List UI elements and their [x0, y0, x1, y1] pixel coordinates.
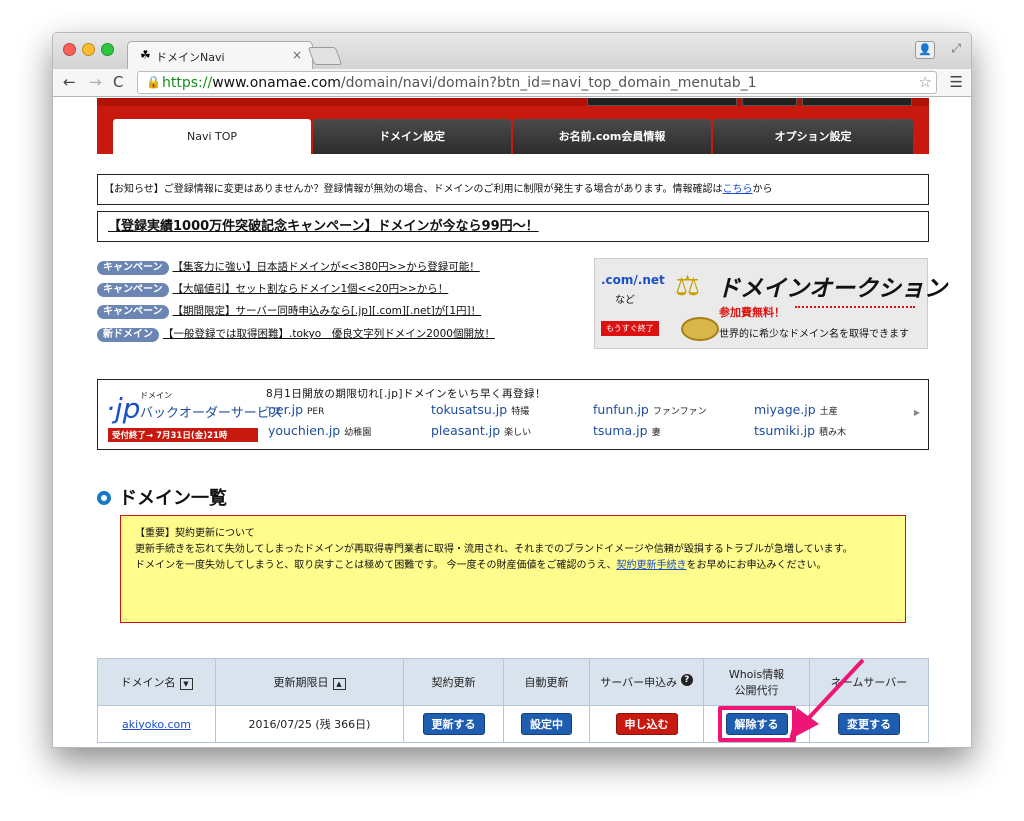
tab-navi-top[interactable]: Navi TOP [113, 119, 311, 154]
close-tab-icon[interactable]: × [292, 48, 302, 62]
dotted-divider [795, 306, 915, 308]
new-tab-button[interactable] [307, 47, 343, 65]
news-badge: キャンペーン [97, 261, 169, 275]
news-link[interactable]: 【期間限定】サーバー同時申込みなら[.jp][.com][.net]が[1円]！ [173, 305, 482, 317]
domain-link[interactable]: akiyoko.com [122, 718, 191, 731]
pointer-arrow-icon [789, 658, 865, 740]
header-support-button[interactable] [802, 98, 912, 106]
news-item: キャンペーン 【大幅値引】セット割ならドメイン1個<<20円>>から！ [97, 282, 517, 297]
news-item: キャンペーン 【期間限定】サーバー同時申込みなら[.jp][.com][.net]… [97, 304, 517, 319]
important-notice: 【重要】契約更新について 更新手続きを忘れて失効してしまったドメインが再取得専門… [120, 515, 906, 623]
bookmark-star-icon[interactable]: ☆ [919, 73, 932, 91]
info-notice: 【お知らせ】ご登録情報に変更はありませんか？登録情報が無効の場合、ドメインのご利… [97, 174, 929, 205]
jp-domain-link[interactable]: miyage.jp 土産 [754, 402, 838, 417]
page-title-text: ドメイン一覧 [119, 488, 227, 509]
sort-down-icon[interactable]: ▼ [179, 678, 193, 690]
browser-window: ☘ ドメインNavi × 👤 ⤢ ← → C 🔒 https://www.ona… [52, 32, 972, 748]
server-apply-button[interactable]: 申し込む [615, 713, 678, 735]
news-badge: キャンペーン [97, 283, 169, 297]
col-renew: 契約更新 [403, 658, 504, 706]
news-item: キャンペーン 【集客力に強い】日本語ドメインが<<380円>>から登録可能！ [97, 260, 517, 275]
auction-free: 参加費無料！ [719, 306, 785, 319]
jp-backorder-banner: ·jp ドメイン バックオーダーサービス 受付終了→ 7月31日(金)21時 8… [97, 379, 929, 450]
site-header: Navi TOP ドメイン設定 お名前.com会員情報 オプション設定 [97, 98, 929, 154]
col-expiry[interactable]: 更新期限日 ▲ [215, 658, 404, 706]
jp-domain-link[interactable]: per.jp PER [268, 402, 324, 417]
jp-domain-link[interactable]: youchien.jp 幼稚園 [268, 423, 371, 438]
tab-title: ドメインNavi [156, 51, 225, 64]
jp-domain-link[interactable]: tokusatsu.jp 特撮 [431, 402, 529, 417]
jp-deadline: 受付終了→ 7月31日(金)21時 [108, 428, 258, 442]
news-link[interactable]: 【一般登録では取得困難】.tokyo 優良文字列ドメイン2000個開放！ [163, 328, 495, 340]
renewal-link[interactable]: 契約更新手続き [616, 560, 686, 571]
jp-logo-small: ドメイン [140, 391, 172, 400]
tab-option-settings[interactable]: オプション設定 [713, 119, 913, 154]
news-link[interactable]: 【大幅値引】セット割ならドメイン1個<<20円>>から！ [173, 283, 449, 295]
col-server: サーバー申込み ? [589, 658, 704, 706]
next-arrow-icon[interactable]: ▶ [914, 408, 920, 417]
notice-text: 【お知らせ】ご登録情報に変更はありませんか？登録情報が無効の場合、ドメインのご利… [104, 184, 723, 195]
back-icon[interactable]: ← [63, 73, 76, 91]
reload-icon[interactable]: C [113, 73, 123, 91]
col-domain[interactable]: ドメイン名 ▼ [97, 658, 216, 706]
page-title: ドメイン一覧 [97, 484, 227, 510]
url-text: https://www.onamae.com/domain/navi/domai… [162, 75, 757, 91]
menu-icon[interactable]: ☰ [950, 73, 963, 91]
col-auto-renew: 自動更新 [503, 658, 590, 706]
jp-heading: 8月1日開放の期限切れ[.jp]ドメインをいち早く再登録！ [266, 388, 546, 400]
jp-domain-link[interactable]: funfun.jp ファンファン [593, 402, 707, 417]
jp-logo-title: バックオーダーサービス [140, 406, 283, 421]
renew-button[interactable]: 更新する [422, 713, 485, 735]
sort-up-icon[interactable]: ▲ [332, 678, 346, 690]
title-bar: ☘ ドメインNavi × 👤 ⤢ [53, 33, 971, 69]
jp-domain-link[interactable]: pleasant.jp 楽しい [431, 423, 531, 438]
tab-member-info[interactable]: お名前.com会員情報 [513, 119, 711, 154]
favicon-icon: ☘ [140, 48, 151, 62]
fullscreen-icon[interactable]: ⤢ [951, 41, 961, 56]
expiry-date: 2016/07/25 (残 366日) [215, 705, 404, 743]
page-content: Navi TOP ドメイン設定 お名前.com会員情報 オプション設定 【お知ら… [53, 98, 971, 747]
warning-title: 【重要】契約更新について [135, 528, 255, 539]
auction-title: ドメインオークション [717, 276, 947, 302]
zoom-window-button[interactable] [101, 43, 114, 56]
help-icon[interactable]: ? [680, 674, 693, 686]
browser-toolbar: ← → C 🔒 https://www.onamae.com/domain/na… [53, 69, 971, 97]
notice-link[interactable]: こちら [723, 184, 753, 195]
news-link[interactable]: 【集客力に強い】日本語ドメインが<<380円>>から登録可能！ [173, 261, 480, 273]
news-badge: 新ドメイン [97, 328, 159, 342]
bullet-icon [97, 491, 111, 505]
auction-tld: .com/.net [601, 273, 665, 287]
news-item: 新ドメイン 【一般登録では取得困難】.tokyo 優良文字列ドメイン2000個開放… [97, 327, 507, 342]
header-guide-button[interactable] [587, 98, 737, 106]
address-bar[interactable]: 🔒 https://www.onamae.com/domain/navi/dom… [137, 71, 937, 94]
auto-renew-button[interactable]: 設定中 [521, 713, 572, 735]
auction-nado: など [615, 295, 635, 306]
coin-icon [681, 317, 719, 341]
warning-line1: 更新手続きを忘れて失効してしまったドメインが再取得専門業者に取得・流用され、それ… [135, 544, 853, 555]
auction-banner[interactable]: .com/.net など ⚖ もうすぐ終了 ドメインオークション 参加費無料！ … [594, 258, 947, 349]
close-window-button[interactable] [63, 43, 76, 56]
forward-icon[interactable]: → [89, 73, 102, 91]
campaign-banner[interactable]: 【登録実績1000万件突破記念キャンペーン】ドメインが今なら99円〜！ [97, 211, 929, 242]
jp-domain-link[interactable]: tsuma.jp 妻 [593, 423, 661, 438]
browser-tab[interactable]: ☘ ドメインNavi × [127, 41, 313, 69]
jp-logo-icon: ·jp [106, 392, 141, 425]
user-profile-icon[interactable]: 👤 [915, 41, 935, 59]
tab-domain-settings[interactable]: ドメイン設定 [313, 119, 511, 154]
warning-line2: ドメインを一度失効してしまうと、取り戻すことは極めて困難です。 今一度その財産価… [135, 560, 827, 571]
notice-suffix: から [752, 184, 773, 195]
ending-soon-badge: もうすぐ終了 [601, 321, 659, 336]
header-faq-button[interactable] [742, 98, 797, 106]
news-badge: キャンペーン [97, 305, 169, 319]
auction-desc: 世界的に希少なドメイン名を取得できます [719, 329, 909, 340]
lock-icon: 🔒 [146, 75, 161, 89]
gavel-icon: ⚖ [675, 269, 701, 302]
minimize-window-button[interactable] [82, 43, 95, 56]
jp-domain-link[interactable]: tsumiki.jp 積み木 [754, 423, 846, 438]
